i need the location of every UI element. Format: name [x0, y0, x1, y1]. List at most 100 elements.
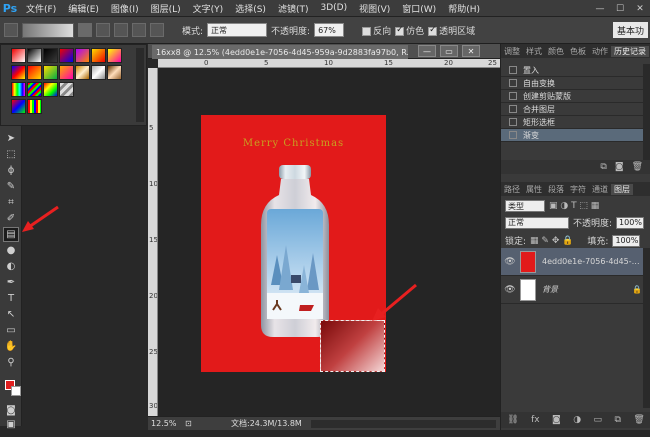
transparency-checkbox[interactable]: 透明区域	[428, 24, 475, 37]
gradient-swatch[interactable]	[43, 65, 58, 80]
hand-tool-icon[interactable]: ✋	[4, 340, 18, 353]
gradient-swatch[interactable]	[59, 48, 74, 63]
menu-file[interactable]: 文件(F)	[20, 2, 62, 15]
menu-3d[interactable]: 3D(D)	[314, 3, 353, 13]
fill-field[interactable]: 100%	[612, 234, 641, 247]
eyedropper-tool-icon[interactable]: ✐	[4, 212, 18, 225]
minimize-icon[interactable]: —	[590, 0, 610, 17]
gradient-swatch[interactable]	[11, 48, 26, 63]
menu-view[interactable]: 视图(V)	[353, 2, 396, 15]
quick-mask-icon[interactable]: ◙	[4, 404, 18, 417]
trash-icon[interactable]: 🗑	[632, 162, 643, 172]
gradient-swatch[interactable]	[27, 48, 42, 63]
gradient-swatch[interactable]	[43, 48, 58, 63]
layer-row-selected[interactable]: 👁 4edd0e1e-7056-4d45-959a-9d2883fa97b0	[501, 248, 643, 276]
blend-mode-select[interactable]: 正常	[505, 216, 569, 229]
gradient-swatch[interactable]	[11, 99, 26, 114]
menu-filter[interactable]: 滤镜(T)	[272, 2, 315, 15]
history-item[interactable]: 自由变换	[501, 77, 643, 90]
gradient-selection-marquee[interactable]	[320, 320, 385, 372]
snapshot-icon[interactable]: ◙	[615, 162, 624, 172]
doc-close-icon[interactable]: ✕	[462, 45, 480, 57]
gradient-swatch[interactable]	[107, 65, 122, 80]
path-select-tool-icon[interactable]: ↖	[4, 308, 18, 321]
gradient-picker-scrollbar[interactable]	[136, 48, 144, 122]
gradient-swatch[interactable]	[27, 65, 42, 80]
expand-icon[interactable]: ⊡	[185, 419, 195, 428]
gradient-tool-icon[interactable]: ▤	[3, 227, 19, 242]
horizontal-scrollbar[interactable]	[311, 420, 496, 428]
lock-icons[interactable]: ▦ ✎ ✥ 🔒	[530, 236, 573, 246]
link-layers-icon[interactable]: ⛓	[507, 415, 518, 425]
gradient-swatch[interactable]	[91, 65, 106, 80]
gradient-swatch[interactable]	[91, 48, 106, 63]
history-item-selected[interactable]: 渐变	[501, 129, 643, 142]
diamond-gradient-icon[interactable]	[150, 23, 164, 37]
tab-history[interactable]: 历史记录	[611, 45, 649, 57]
menu-type[interactable]: 文字(Y)	[187, 2, 230, 15]
tab-channels[interactable]: 通道	[589, 184, 611, 195]
document-tab[interactable]: 16xx8 @ 12.5% (4edd0e1e-7056-4d45-959a-9…	[152, 45, 408, 59]
zoom-tool-icon[interactable]: ⚲	[4, 356, 18, 369]
layer-row[interactable]: 👁 背景 🔒	[501, 276, 643, 304]
doc-restore-icon[interactable]: ▭	[440, 45, 458, 57]
new-document-icon[interactable]: ⧉	[600, 162, 606, 172]
tab-styles[interactable]: 样式	[523, 46, 545, 57]
dodge-tool-icon[interactable]: ◐	[4, 260, 18, 273]
gradient-swatch[interactable]	[75, 65, 90, 80]
screen-mode-icon[interactable]: ▣	[4, 418, 18, 431]
adjustment-layer-icon[interactable]: ◑	[573, 415, 581, 425]
gradient-swatch[interactable]	[59, 82, 74, 97]
close-icon[interactable]: ✕	[630, 0, 650, 17]
gradient-swatch[interactable]	[27, 82, 42, 97]
tab-adjustments[interactable]: 调整	[501, 46, 523, 57]
layer-name[interactable]: 4edd0e1e-7056-4d45-959a-9d2883fa97b0	[542, 257, 642, 266]
dither-checkbox[interactable]: 仿色	[395, 24, 424, 37]
add-mask-icon[interactable]: ◙	[552, 415, 561, 425]
radial-gradient-icon[interactable]	[96, 23, 110, 37]
zoom-level[interactable]: 12.5%	[151, 419, 185, 428]
opacity-field[interactable]: 67%	[314, 23, 345, 37]
gradient-swatch[interactable]	[27, 99, 42, 114]
gradient-swatch[interactable]	[43, 82, 58, 97]
menu-select[interactable]: 选择(S)	[229, 2, 272, 15]
layer-name[interactable]: 背景	[542, 284, 632, 295]
tab-paths[interactable]: 路径	[501, 184, 523, 195]
crop-tool-icon[interactable]: ⌗	[4, 196, 18, 209]
new-group-icon[interactable]: ▭	[594, 415, 603, 425]
mode-select[interactable]: 正常	[207, 23, 268, 37]
gradient-preview[interactable]	[22, 22, 74, 38]
visibility-eye-icon[interactable]: 👁	[504, 285, 516, 295]
new-layer-icon[interactable]: ⧉	[614, 415, 620, 425]
gradient-swatch[interactable]	[107, 48, 122, 63]
blur-tool-icon[interactable]: ●	[4, 244, 18, 257]
lasso-tool-icon[interactable]: ϕ	[4, 164, 18, 177]
linear-gradient-icon[interactable]	[78, 23, 92, 37]
gradient-tool-preset-icon[interactable]	[4, 23, 18, 37]
type-tool-icon[interactable]: T	[4, 292, 18, 305]
tab-layers[interactable]: 图层	[611, 183, 633, 195]
history-item[interactable]: 合并图层	[501, 103, 643, 116]
layers-scrollbar[interactable]	[643, 248, 650, 408]
background-color-swatch[interactable]	[11, 386, 21, 396]
move-tool-icon[interactable]: ➤	[4, 132, 18, 145]
tab-properties[interactable]: 属性	[523, 184, 545, 195]
reflected-gradient-icon[interactable]	[132, 23, 146, 37]
tab-actions[interactable]: 动作	[589, 46, 611, 57]
maximize-icon[interactable]: ☐	[610, 0, 630, 17]
history-item[interactable]: 置入	[501, 64, 643, 77]
menu-help[interactable]: 帮助(H)	[442, 2, 486, 15]
history-item[interactable]: 矩形选框	[501, 116, 643, 129]
delete-layer-icon[interactable]: 🗑	[633, 415, 644, 425]
tab-paragraph[interactable]: 段落	[545, 184, 567, 195]
tab-swatches[interactable]: 色板	[567, 46, 589, 57]
gradient-swatch[interactable]	[11, 82, 26, 97]
layer-filter-select[interactable]: 类型	[505, 200, 545, 212]
menu-window[interactable]: 窗口(W)	[396, 2, 442, 15]
reverse-checkbox[interactable]: 反向	[362, 24, 391, 37]
history-item[interactable]: 创建剪贴蒙版	[501, 90, 643, 103]
workspace-select[interactable]: 基本功	[612, 22, 648, 38]
shape-tool-icon[interactable]: ▭	[4, 324, 18, 337]
quick-select-tool-icon[interactable]: ✎	[4, 180, 18, 193]
filter-icons[interactable]: ▣ ◑ T ⬚ ▦	[549, 201, 599, 211]
